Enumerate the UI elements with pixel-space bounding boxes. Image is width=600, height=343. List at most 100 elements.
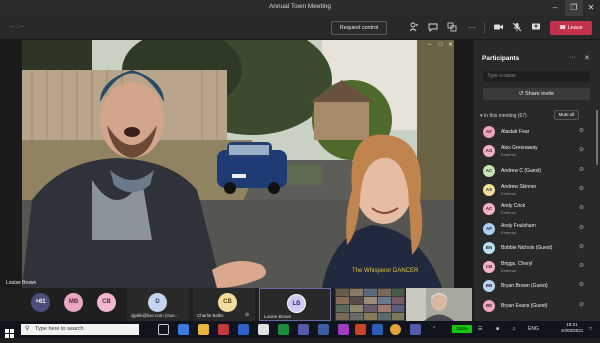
share-screen-icon[interactable] (530, 22, 542, 34)
participants-icon[interactable] (408, 22, 420, 34)
participant-list-item[interactable]: BN Bobbie Nichols (Guest) ⊘ (482, 239, 592, 258)
mic-muted-icon[interactable]: ⊘ (579, 262, 584, 269)
network-icon[interactable]: ■ (496, 326, 499, 332)
mic-muted-icon[interactable]: ⊘ (579, 166, 584, 173)
video-close-icon[interactable]: ✕ (446, 41, 454, 49)
taskbar-search-input[interactable]: ⚲ Type here to search (21, 324, 139, 335)
windows-start-icon[interactable] (5, 325, 14, 338)
mic-muted-icon[interactable]: ⊘ (579, 185, 584, 192)
mute-all-button[interactable]: Mute all (554, 110, 579, 120)
mic-muted-icon[interactable]: ⊘ (579, 301, 584, 308)
search-icon: ⚲ (25, 326, 30, 332)
video-stage: The Whisperer DANCER – □ ✕ Louise Brown (0, 40, 473, 288)
tray-chevron-icon[interactable]: ⌃ (432, 326, 436, 332)
request-control-button[interactable]: Request control (331, 21, 387, 35)
avatar[interactable]: CB (97, 293, 116, 312)
participant-name: Briggs, Cheryl (501, 261, 533, 268)
participant-tile-active[interactable]: LB Louise Brown (259, 288, 331, 321)
restore-icon[interactable]: ❐ (565, 0, 583, 16)
app-icon[interactable] (218, 324, 229, 335)
teams-icon[interactable] (298, 324, 309, 335)
language-indicator[interactable]: ENG (528, 326, 539, 332)
meeting-section-header[interactable]: ▾ In this meeting (67) (480, 113, 527, 119)
avatar: AG (483, 145, 495, 158)
avatar[interactable]: MB (64, 293, 83, 312)
participant-list-item[interactable]: AF Alastair Fear ⊘ (482, 123, 592, 142)
powerpoint-icon[interactable] (355, 324, 366, 335)
more-options-icon[interactable]: ··· (466, 22, 478, 34)
battery-indicator[interactable]: 100% (452, 325, 472, 333)
video-minimize-icon[interactable]: – (425, 41, 434, 49)
window-title: Annual Town Meeting (268, 3, 332, 10)
avatar: CB (218, 293, 237, 312)
store-icon[interactable] (318, 324, 329, 335)
overflow-participants-button[interactable]: +61 (31, 293, 50, 312)
more-options-icon[interactable]: ··· (569, 54, 576, 61)
close-icon[interactable]: ✕ (582, 0, 600, 16)
onenote-icon[interactable] (338, 324, 349, 335)
gallery-video-thumbnail[interactable] (335, 288, 405, 321)
mic-muted-icon[interactable] (511, 22, 523, 34)
mic-muted-icon[interactable]: ⊘ (579, 281, 584, 288)
participant-list-item[interactable]: BE Bryan Evans (Guest) ⊘ (482, 297, 592, 316)
participant-name: Andrew Skinner (501, 183, 537, 190)
word-icon[interactable] (372, 324, 383, 335)
chrome-icon[interactable] (390, 324, 401, 335)
participant-list-item[interactable]: AC Andy Crick External ⊘ (482, 200, 592, 219)
windows-taskbar: ⚲ Type here to search ⌃ 100% ☰ ■ ♫ ENG 1… (0, 321, 600, 338)
participant-tile[interactable]: CB Charlie Bolks ⊘ (193, 288, 255, 321)
participant-role: External (501, 210, 516, 216)
avatar: BN (483, 241, 495, 254)
task-view-icon[interactable] (158, 324, 169, 335)
chat-icon[interactable] (427, 22, 439, 34)
wifi-icon[interactable]: ☰ (478, 326, 482, 332)
video-popout-icon[interactable]: □ (436, 41, 445, 49)
browser-icon[interactable] (178, 324, 189, 335)
participant-list-item[interactable]: BB Bryan Brown (Guest) ⊘ (482, 277, 592, 296)
leave-button[interactable]: ☎ Leave (550, 21, 592, 35)
chevron-down-icon: ▾ (480, 113, 483, 119)
panel-title: Participants (482, 55, 520, 62)
participant-name: Andy Crick (501, 203, 526, 210)
mail-icon[interactable] (238, 324, 249, 335)
minimize-icon[interactable]: – (546, 0, 564, 16)
participant-list-item[interactable]: CB Briggs, Cheryl External ⊘ (482, 258, 592, 277)
notifications-icon[interactable]: □ (589, 326, 592, 332)
app-icon[interactable] (278, 324, 289, 335)
mic-muted-icon[interactable]: ⊘ (579, 224, 584, 231)
taskbar-search-text: Type here to search (35, 326, 84, 332)
mic-muted-icon[interactable]: ⊘ (579, 146, 584, 153)
participant-name: Alex Greenaway (501, 145, 538, 152)
panel-scrollbar[interactable] (596, 110, 598, 165)
main-video-feed[interactable]: The Whisperer DANCER – □ ✕ (22, 40, 454, 288)
avatar: BE (483, 299, 495, 312)
participant-name: Andrew C (Guest) (501, 167, 542, 174)
mic-muted-icon[interactable]: ⊘ (579, 127, 584, 134)
calendar-icon[interactable] (258, 324, 269, 335)
participant-tile[interactable]: D djpikk@live.com (Gue... (127, 288, 189, 321)
participant-name: Bobbie Nichols (Guest) (501, 244, 553, 251)
participant-list-item[interactable]: AG Alex Greenaway External ⊘ (482, 142, 592, 161)
camera-icon[interactable] (492, 22, 504, 34)
breakout-rooms-icon[interactable] (446, 22, 458, 34)
avatar: AF (483, 222, 495, 235)
participant-video-thumbnail[interactable] (406, 288, 472, 321)
share-invite-button[interactable]: ↺ Share invite (483, 88, 590, 100)
volume-icon[interactable]: ♫ (512, 326, 516, 332)
participant-search-input[interactable]: Type a name (483, 71, 590, 82)
mic-muted-icon[interactable]: ⊘ (579, 204, 584, 211)
avatar: AF (483, 126, 495, 138)
avatar: AC (483, 203, 495, 216)
avatar: D (148, 293, 167, 312)
avatar: CB (483, 261, 495, 274)
teams-active-icon[interactable] (410, 324, 421, 335)
close-panel-icon[interactable]: ✕ (584, 54, 590, 62)
system-clock[interactable]: 19:21 10/03/2021 (557, 322, 587, 334)
participant-list-item[interactable]: AF Andy Foulsham External ⊘ (482, 220, 592, 239)
file-explorer-icon[interactable] (198, 324, 209, 335)
participant-list-item[interactable]: AC Andrew C (Guest) ⊘ (482, 162, 592, 181)
section-label: In this meeting (67) (483, 113, 527, 119)
mic-muted-icon[interactable]: ⊘ (579, 243, 584, 250)
participant-list-item[interactable]: AS Andrew Skinner External ⊘ (482, 181, 592, 200)
title-bar: Annual Town Meeting – ❐ ✕ (0, 0, 600, 16)
